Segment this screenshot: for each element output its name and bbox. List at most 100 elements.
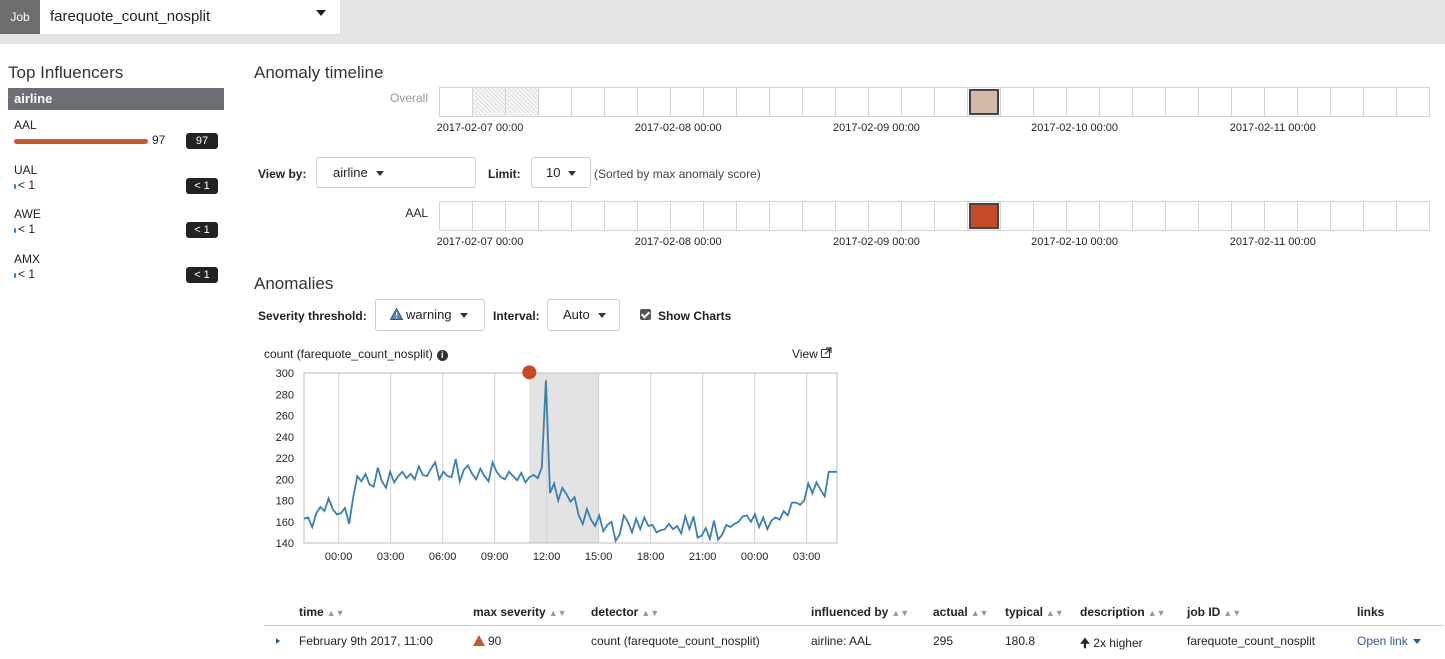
- swimlane-cell[interactable]: [473, 201, 506, 231]
- swimlane-cell[interactable]: [1232, 87, 1265, 117]
- influencer-score-badge: < 1: [186, 222, 218, 238]
- swimlane-date-label: 2017-02-10 00:00: [1031, 236, 1119, 248]
- swimlane-cell[interactable]: [539, 87, 572, 117]
- swimlane-cell[interactable]: [671, 87, 704, 117]
- show-charts-label: Show Charts: [658, 309, 732, 323]
- swimlane-cell[interactable]: [803, 87, 836, 117]
- swimlane-cell[interactable]: [1133, 201, 1166, 231]
- swimlane-cell[interactable]: [935, 201, 968, 231]
- col-header-influenced-by[interactable]: influenced by ▲▼: [811, 605, 909, 619]
- swimlane-cell[interactable]: [638, 201, 671, 231]
- swimlane-cell[interactable]: [671, 201, 704, 231]
- job-select[interactable]: farequote_count_nosplit: [40, 0, 340, 34]
- interval-select[interactable]: Auto: [547, 299, 620, 331]
- influencer-score: < 1: [18, 267, 36, 281]
- swimlane-cell[interactable]: [1166, 87, 1199, 117]
- swimlane-cell[interactable]: [473, 87, 506, 117]
- swimlane-cell[interactable]: [1067, 201, 1100, 231]
- influencer-item-aal[interactable]: AAL 97 97: [14, 118, 224, 158]
- cell-influenced-by: airline: AAL: [811, 634, 872, 648]
- col-header-job-id[interactable]: job ID ▲▼: [1187, 605, 1241, 619]
- col-header-description[interactable]: description ▲▼: [1080, 605, 1166, 619]
- aal-lane-label: AAL: [405, 206, 428, 220]
- swimlane-cell[interactable]: [836, 201, 869, 231]
- limit-select[interactable]: 10: [531, 157, 591, 188]
- caret-down-icon: [459, 313, 468, 319]
- swimlane-date-label: 2017-02-08 00:00: [634, 122, 722, 134]
- anomaly-score-cell[interactable]: [969, 203, 999, 229]
- swimlane-cell[interactable]: [1364, 87, 1397, 117]
- anomaly-score-cell[interactable]: [969, 89, 999, 115]
- swimlane-cell[interactable]: [1397, 87, 1430, 117]
- swimlane-cell[interactable]: [1166, 201, 1199, 231]
- swimlane-cell[interactable]: [1034, 87, 1067, 117]
- info-icon[interactable]: i: [436, 350, 448, 361]
- swimlane-cell[interactable]: [1298, 201, 1331, 231]
- col-header-actual[interactable]: actual ▲▼: [933, 605, 989, 619]
- swimlane-cell[interactable]: [968, 87, 1001, 117]
- influencer-item-ual[interactable]: UAL < 1 < 1: [14, 163, 224, 203]
- swimlane-cell[interactable]: [803, 201, 836, 231]
- view-by-select[interactable]: airline: [316, 157, 476, 188]
- col-header-typical[interactable]: typical ▲▼: [1005, 605, 1064, 619]
- swimlane-cell[interactable]: [1331, 87, 1364, 117]
- swimlane-cell[interactable]: [836, 87, 869, 117]
- swimlane-cell[interactable]: [1364, 201, 1397, 231]
- swimlane-cell[interactable]: [539, 201, 572, 231]
- show-charts-checkbox[interactable]: [640, 309, 651, 320]
- swimlane-cell[interactable]: [704, 87, 737, 117]
- overall-swimlane[interactable]: [439, 87, 1430, 117]
- influencer-score-bar: [14, 139, 148, 144]
- col-header-detector[interactable]: detector ▲▼: [591, 605, 659, 619]
- swimlane-cell[interactable]: [968, 201, 1001, 231]
- swimlane-date-label: 2017-02-07 00:00: [436, 236, 524, 248]
- swimlane-cell[interactable]: [572, 201, 605, 231]
- swimlane-cell[interactable]: [1331, 201, 1364, 231]
- aal-swimlane[interactable]: [439, 201, 1430, 231]
- swimlane-cell[interactable]: [1067, 87, 1100, 117]
- col-header-max-severity[interactable]: max severity ▲▼: [473, 605, 567, 619]
- swimlane-cell[interactable]: [1232, 201, 1265, 231]
- swimlane-cell[interactable]: [770, 201, 803, 231]
- swimlane-cell[interactable]: [737, 201, 770, 231]
- swimlane-cell[interactable]: [869, 201, 902, 231]
- swimlane-cell[interactable]: [439, 87, 473, 117]
- swimlane-cell[interactable]: [506, 87, 539, 117]
- swimlane-cell[interactable]: [638, 87, 671, 117]
- expand-row-icon[interactable]: [276, 638, 280, 644]
- swimlane-cell[interactable]: [935, 87, 968, 117]
- sort-icon: ▲▼: [891, 608, 910, 618]
- swimlane-cell[interactable]: [572, 87, 605, 117]
- swimlane-cell[interactable]: [1199, 201, 1232, 231]
- open-link-button[interactable]: Open link: [1357, 634, 1421, 648]
- swimlane-cell[interactable]: [704, 201, 737, 231]
- anomaly-timeline-title: Anomaly timeline: [254, 63, 384, 82]
- swimlane-cell[interactable]: [869, 87, 902, 117]
- influencer-item-awe[interactable]: AWE < 1 < 1: [14, 207, 224, 247]
- swimlane-cell[interactable]: [1100, 87, 1133, 117]
- col-header-time[interactable]: time ▲▼: [299, 605, 345, 619]
- swimlane-cell[interactable]: [439, 201, 473, 231]
- swimlane-cell[interactable]: [1133, 87, 1166, 117]
- swimlane-cell[interactable]: [605, 87, 638, 117]
- swimlane-cell[interactable]: [1001, 87, 1034, 117]
- y-tick-label: 280: [276, 389, 294, 401]
- swimlane-cell[interactable]: [902, 87, 935, 117]
- severity-threshold-select[interactable]: warning: [375, 299, 485, 331]
- swimlane-cell[interactable]: [1397, 201, 1430, 231]
- swimlane-cell[interactable]: [1001, 201, 1034, 231]
- swimlane-cell[interactable]: [605, 201, 638, 231]
- swimlane-cell[interactable]: [1034, 201, 1067, 231]
- swimlane-date-label: 2017-02-10 00:00: [1031, 122, 1119, 134]
- swimlane-cell[interactable]: [1199, 87, 1232, 117]
- influencer-item-amx[interactable]: AMX < 1 < 1: [14, 252, 224, 292]
- chart-view-link[interactable]: View: [792, 347, 832, 361]
- swimlane-cell[interactable]: [902, 201, 935, 231]
- swimlane-cell[interactable]: [1100, 201, 1133, 231]
- swimlane-cell[interactable]: [737, 87, 770, 117]
- swimlane-cell[interactable]: [1265, 87, 1298, 117]
- swimlane-cell[interactable]: [770, 87, 803, 117]
- swimlane-cell[interactable]: [506, 201, 539, 231]
- swimlane-cell[interactable]: [1265, 201, 1298, 231]
- swimlane-cell[interactable]: [1298, 87, 1331, 117]
